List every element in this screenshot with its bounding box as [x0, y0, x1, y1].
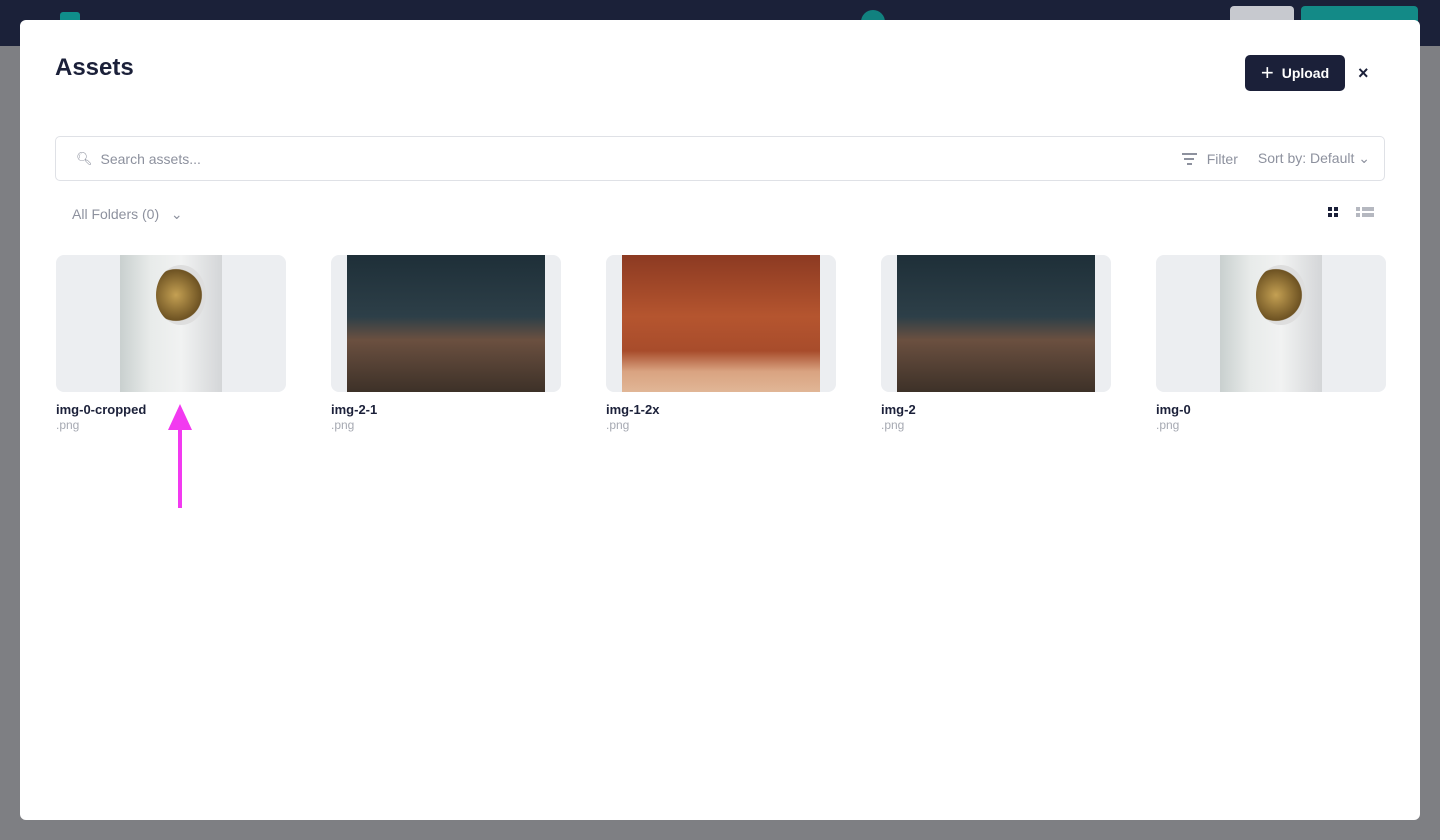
- grid-view-icon[interactable]: [1328, 207, 1338, 217]
- asset-extension: .png: [331, 418, 355, 432]
- asset-thumbnail[interactable]: [56, 255, 286, 392]
- chevron-down-icon: ⌄: [1358, 150, 1370, 166]
- asset-extension: .png: [881, 418, 905, 432]
- close-icon[interactable]: ×: [1358, 63, 1369, 84]
- list-view-icon[interactable]: [1356, 207, 1374, 217]
- asset-extension: .png: [606, 418, 630, 432]
- filter-button[interactable]: Filter: [1181, 150, 1238, 167]
- view-toggle: [1328, 207, 1374, 217]
- astronaut-image: [120, 255, 222, 392]
- chevron-down-icon: ⌄: [170, 206, 183, 222]
- annotation-arrow-icon: [168, 404, 192, 508]
- assets-modal: Assets + Upload × 🔍︎ Filter Sort by: Defa…: [20, 20, 1420, 820]
- asset-card[interactable]: img-2 .png: [881, 255, 1111, 432]
- asset-extension: .png: [1156, 418, 1180, 432]
- night-landscape-image: [347, 255, 545, 392]
- asset-thumbnail[interactable]: [881, 255, 1111, 392]
- asset-name: img-0: [1156, 402, 1191, 417]
- astronaut-image: [1220, 255, 1322, 392]
- asset-name: img-1-2x: [606, 402, 660, 417]
- asset-thumbnail[interactable]: [606, 255, 836, 392]
- folder-dropdown[interactable]: All Folders (0) ⌄: [72, 206, 183, 223]
- asset-name: img-2-1: [331, 402, 378, 417]
- search-icon: 🔍︎: [76, 150, 93, 166]
- plus-icon: +: [1260, 60, 1274, 85]
- sort-label: Sort by: Default: [1257, 150, 1355, 166]
- night-landscape-image: [897, 255, 1095, 392]
- search-bar: 🔍︎ Filter Sort by: Default ⌄: [55, 136, 1385, 181]
- asset-thumbnail[interactable]: [331, 255, 561, 392]
- sort-dropdown[interactable]: Sort by: Default ⌄: [1258, 150, 1370, 167]
- upload-button[interactable]: + Upload: [1245, 55, 1345, 91]
- filter-icon: [1181, 152, 1197, 165]
- page-title: Assets: [55, 54, 134, 81]
- asset-thumbnail[interactable]: [1156, 255, 1386, 392]
- asset-card[interactable]: img-1-2x .png: [606, 255, 836, 432]
- search-input[interactable]: [100, 150, 1182, 167]
- asset-card[interactable]: img-0 .png: [1156, 255, 1386, 432]
- folder-label: All Folders (0): [72, 206, 160, 222]
- asset-name: img-2: [881, 402, 916, 417]
- filter-label: Filter: [1206, 150, 1238, 167]
- asset-grid: img-0-cropped .png img-2-1 .png img-1-2x…: [56, 255, 1386, 432]
- mars-landscape-image: [622, 255, 820, 392]
- upload-label: Upload: [1281, 65, 1330, 81]
- asset-card[interactable]: img-2-1 .png: [331, 255, 561, 432]
